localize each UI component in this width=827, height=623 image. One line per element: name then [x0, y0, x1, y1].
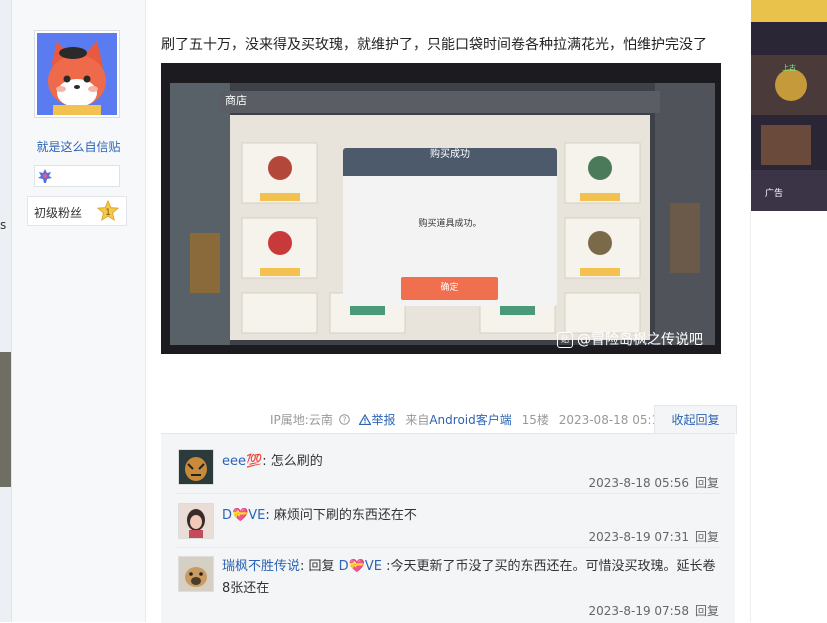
- reply-avatar[interactable]: [178, 556, 214, 592]
- background-image-fragment: [0, 352, 11, 487]
- reply-content: 瑞枫不胜传说: 回复 D💝VE :今天更新了币没了买的东西还在。可惜没买玫瑰。延…: [222, 556, 722, 600]
- dialog-message: 购买道具成功。: [418, 219, 482, 229]
- reply-divider: [176, 547, 721, 548]
- report-link[interactable]: 举报: [358, 413, 399, 427]
- reply-content: eee💯: 怎么刷的: [222, 451, 722, 473]
- reply-time: 2023-8-19 07:31: [588, 530, 689, 544]
- watermark-text: @冒险岛枫之传说吧: [577, 332, 703, 348]
- reply-text: : 麻烦问下刷的东西还在不: [265, 508, 417, 523]
- fan-level-label: 初级粉丝: [34, 206, 83, 220]
- reply-button[interactable]: 回复: [695, 476, 719, 490]
- post-meta-line: IP属地:云南 ? 举报 来自Android客户端 15楼 2023-08-18…: [270, 411, 673, 428]
- background-text-fragment: s: [0, 218, 7, 232]
- tiger-avatar-icon: [179, 450, 213, 484]
- warning-icon: [358, 413, 373, 426]
- ip-location: IP属地:云南 ?: [270, 413, 353, 427]
- post-image[interactable]: 商店 购买成功 购买道具成功。 确定 贴 @冒险岛枫之传说吧: [161, 63, 721, 354]
- reply-target-username[interactable]: D💝VE: [339, 559, 382, 574]
- help-icon[interactable]: ?: [338, 414, 350, 425]
- ad-label: 广告: [765, 189, 784, 199]
- fox-avatar-icon: [37, 33, 117, 115]
- dialog-confirm-button: 确定: [401, 277, 498, 300]
- game-ad-art-icon: 上古: [751, 0, 827, 211]
- reply-username[interactable]: D💝VE: [222, 508, 265, 523]
- reply-time: 2023-8-19 07:58: [588, 604, 689, 618]
- level-number: 1: [105, 208, 111, 218]
- reply-text: : 怎么刷的: [262, 454, 323, 469]
- reply-content: D💝VE: 麻烦问下刷的东西还在不: [222, 505, 722, 527]
- dialog-title: 购买成功: [343, 148, 557, 176]
- reply-button[interactable]: 回复: [695, 530, 719, 544]
- reply-list: eee💯: 怎么刷的 2023-8-18 05:56 回复 D💝VE: 麻烦问下刷…: [161, 433, 735, 623]
- shop-title: 商店: [225, 94, 247, 107]
- reply-avatar[interactable]: [178, 503, 214, 539]
- post-content-text: 刷了五十万，没来得及买玫瑰，就维护了，只能口袋时间卷各种拉满花光，怕维护完没了: [161, 37, 707, 53]
- post-time: 2023-08-18 05:18: [558, 413, 667, 427]
- portrait-avatar-icon: [179, 504, 213, 538]
- reply-button[interactable]: 回复: [695, 604, 719, 618]
- android-client-link[interactable]: Android客户端: [429, 413, 511, 427]
- maple-leaf-badge-icon: [38, 169, 52, 183]
- game-scene: 商店 购买成功 购买道具成功。 确定: [170, 83, 715, 345]
- reply-prefix: : 回复: [300, 559, 339, 574]
- username-link[interactable]: 就是这么自信贴: [12, 138, 145, 155]
- fan-level-badge[interactable]: 初级粉丝 1: [27, 196, 127, 226]
- reply-time: 2023-8-18 05:56: [588, 476, 689, 490]
- reply-username[interactable]: eee💯: [222, 454, 262, 469]
- purchase-success-dialog: 购买成功 购买道具成功。 确定: [343, 148, 557, 306]
- tieba-logo-icon: 贴: [557, 332, 573, 348]
- reply-username[interactable]: 瑞枫不胜传说: [222, 559, 300, 574]
- user-avatar[interactable]: [34, 30, 120, 118]
- side-advertisement[interactable]: 上古 广告: [751, 0, 827, 211]
- svg-text:?: ?: [342, 415, 346, 424]
- badge-row[interactable]: [34, 165, 120, 187]
- background-page-edge: s: [0, 0, 11, 622]
- svg-text:上古: 上古: [782, 63, 796, 72]
- user-info-column: 就是这么自信贴 初级粉丝 1: [11, 0, 146, 622]
- reply-divider: [176, 493, 721, 494]
- dog-avatar-icon: [179, 557, 213, 591]
- level-star-icon: 1: [97, 200, 119, 222]
- reply-meta: 2023-8-18 05:56 回复: [582, 474, 719, 491]
- client-source: 来自Android客户端: [405, 413, 512, 427]
- floor-number: 15楼: [521, 413, 549, 427]
- reply-meta: 2023-8-19 07:31 回复: [582, 528, 719, 545]
- reply-avatar[interactable]: [178, 449, 214, 485]
- collapse-replies-button[interactable]: 收起回复: [654, 405, 737, 434]
- image-watermark: 贴 @冒险岛枫之传说吧: [557, 329, 703, 349]
- reply-meta: 2023-8-19 07:58 回复: [582, 602, 719, 619]
- right-blank-area: [750, 211, 827, 622]
